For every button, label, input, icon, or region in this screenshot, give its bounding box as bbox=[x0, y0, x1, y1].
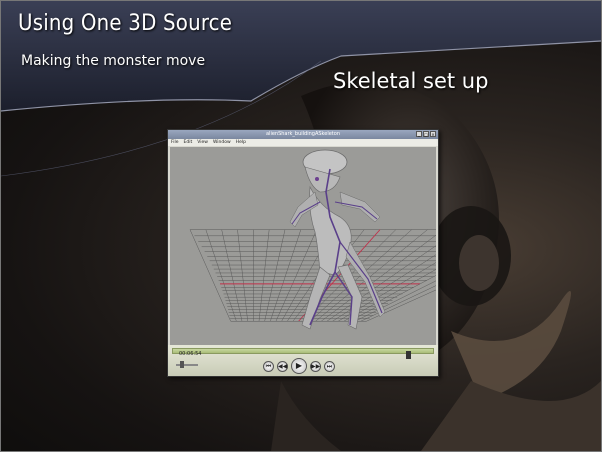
transport-controls: ⏮ ◀◀ ▶ ▶▶ ⏭ bbox=[263, 358, 335, 374]
volume-knob[interactable] bbox=[180, 361, 184, 368]
slide-title: Using One 3D Source bbox=[18, 11, 233, 36]
play-icon[interactable]: ▶ bbox=[291, 358, 307, 374]
3d-scene bbox=[189, 149, 436, 330]
timeline-scrubber[interactable]: 00:06:54 bbox=[172, 348, 434, 359]
menu-item-file[interactable]: File bbox=[171, 139, 179, 146]
video-player-window[interactable]: alienShark_buildingASkeleton _ □ × File E… bbox=[167, 129, 439, 377]
fast-forward-icon[interactable]: ▶▶ bbox=[310, 360, 321, 372]
player-titlebar[interactable]: alienShark_buildingASkeleton _ □ × bbox=[168, 130, 438, 139]
minimize-icon[interactable]: _ bbox=[416, 131, 422, 137]
close-icon[interactable]: × bbox=[430, 131, 436, 137]
player-window-title: alienShark_buildingASkeleton bbox=[265, 131, 340, 137]
rewind-icon[interactable]: ◀◀ bbox=[277, 360, 288, 372]
menu-item-window[interactable]: Window bbox=[213, 139, 231, 146]
menu-item-help[interactable]: Help bbox=[236, 139, 246, 146]
player-menubar: File Edit View Window Help bbox=[168, 139, 438, 146]
video-viewport[interactable] bbox=[170, 147, 436, 345]
skip-forward-icon[interactable]: ⏭ bbox=[324, 360, 335, 372]
skip-back-icon[interactable]: ⏮ bbox=[263, 360, 274, 372]
slide-subtitle: Making the monster move bbox=[21, 53, 206, 69]
menu-item-edit[interactable]: Edit bbox=[184, 139, 193, 146]
menu-item-view[interactable]: View bbox=[197, 139, 208, 146]
timecode: 00:06:54 bbox=[179, 351, 202, 357]
slide: Using One 3D Source Making the monster m… bbox=[0, 0, 602, 452]
player-controls: 00:06:54 ⏮ ◀◀ ▶ ▶▶ ⏭ bbox=[168, 345, 438, 376]
section-heading: Skeletal set up bbox=[333, 69, 489, 93]
maximize-icon[interactable]: □ bbox=[423, 131, 429, 137]
scrub-handle[interactable] bbox=[405, 351, 411, 359]
